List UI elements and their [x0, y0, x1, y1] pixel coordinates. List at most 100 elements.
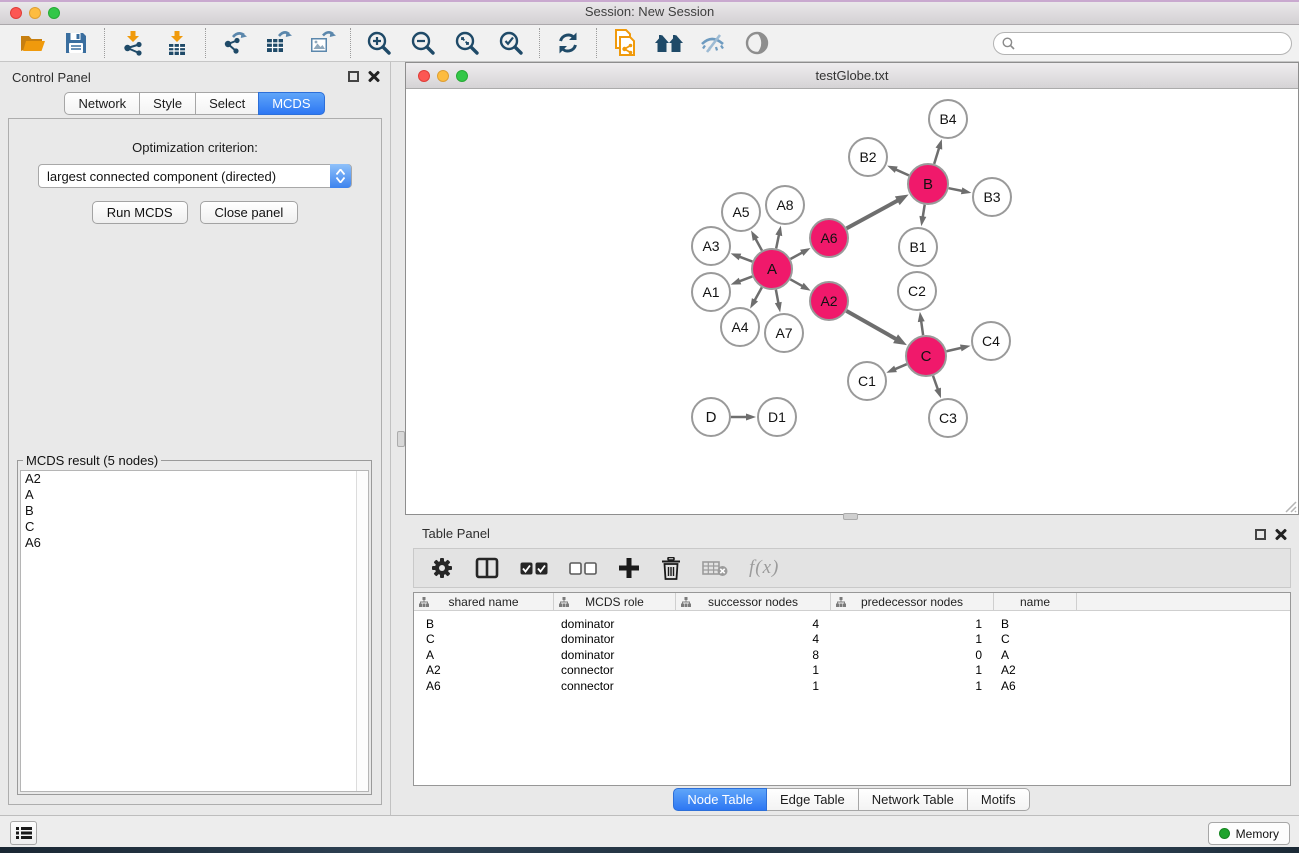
- export-network-button[interactable]: [218, 28, 250, 58]
- import-network-button[interactable]: [117, 28, 149, 58]
- result-list-item[interactable]: B: [21, 503, 368, 519]
- graph-node-label: C: [921, 348, 932, 365]
- result-list-scrollbar[interactable]: [356, 471, 368, 791]
- task-history-button[interactable]: [10, 821, 37, 845]
- horizontal-splitter-handle[interactable]: [843, 513, 858, 520]
- table-float-panel-icon[interactable]: [1255, 529, 1266, 540]
- select-all-button[interactable]: [520, 553, 548, 583]
- table-cell[interactable]: 8: [676, 648, 831, 662]
- table-cell[interactable]: 1: [676, 679, 831, 693]
- export-image-button[interactable]: [306, 28, 338, 58]
- table-tab-node-table[interactable]: Node Table: [673, 788, 767, 811]
- column-header-predecessor-nodes[interactable]: predecessor nodes: [831, 593, 994, 610]
- table-row[interactable]: A2connector11A2: [414, 663, 1290, 679]
- criterion-select[interactable]: largest connected component (directed): [38, 164, 352, 188]
- table-cell[interactable]: A: [994, 648, 1077, 662]
- table-row[interactable]: A6connector11A6: [414, 678, 1290, 694]
- column-header-shared-name[interactable]: shared name: [414, 593, 554, 610]
- table-cell[interactable]: B: [994, 617, 1077, 631]
- search-input[interactable]: [1020, 33, 1291, 54]
- table-row[interactable]: Adominator80A: [414, 647, 1290, 663]
- table-cell[interactable]: dominator: [554, 617, 676, 631]
- float-panel-icon[interactable]: [348, 71, 359, 82]
- table-cell[interactable]: C: [994, 632, 1077, 646]
- table-tab-motifs[interactable]: Motifs: [967, 788, 1030, 811]
- graph-edge-arrowhead: [895, 195, 909, 206]
- tab-mcds[interactable]: MCDS: [258, 92, 324, 115]
- tab-select[interactable]: Select: [195, 92, 259, 115]
- table-cell[interactable]: 1: [831, 679, 994, 693]
- import-table-button[interactable]: [161, 28, 193, 58]
- run-mcds-button[interactable]: Run MCDS: [92, 201, 188, 224]
- deselect-all-button[interactable]: [569, 553, 597, 583]
- add-column-button[interactable]: [618, 553, 640, 583]
- table-row[interactable]: Cdominator41C: [414, 632, 1290, 648]
- memory-button[interactable]: Memory: [1208, 822, 1290, 845]
- zoom-fit-button[interactable]: [451, 28, 483, 58]
- zoom-in-button[interactable]: [363, 28, 395, 58]
- table-cell[interactable]: 4: [676, 617, 831, 631]
- close-panel-icon[interactable]: [368, 70, 380, 82]
- table-close-panel-icon[interactable]: [1275, 528, 1287, 540]
- table-cell[interactable]: A6: [414, 679, 554, 693]
- tab-network[interactable]: Network: [64, 92, 140, 115]
- split-columns-button[interactable]: [475, 553, 499, 583]
- copy-network-view-button[interactable]: [609, 28, 641, 58]
- table-cell[interactable]: connector: [554, 679, 676, 693]
- vertical-splitter-handle[interactable]: [397, 431, 405, 447]
- result-list-item[interactable]: A2: [21, 471, 368, 487]
- refresh-button[interactable]: [552, 28, 584, 58]
- graph-edge-arrowhead: [893, 334, 907, 345]
- app-title: Session: New Session: [0, 4, 1299, 19]
- graph-node-label: A3: [702, 238, 719, 254]
- hide-network-button[interactable]: [697, 28, 729, 58]
- table-cell[interactable]: 4: [676, 632, 831, 646]
- control-panel-body: Optimization criterion: largest connecte…: [8, 118, 382, 805]
- resize-grip-icon[interactable]: [1283, 499, 1297, 513]
- table-cell[interactable]: A2: [994, 663, 1077, 677]
- control-panel-title: Control Panel: [12, 70, 91, 85]
- table-cell[interactable]: dominator: [554, 632, 676, 646]
- zoom-out-button[interactable]: [407, 28, 439, 58]
- column-header-name[interactable]: name: [994, 593, 1077, 610]
- save-session-button[interactable]: [60, 28, 92, 58]
- home-button[interactable]: [653, 28, 685, 58]
- show-network-button[interactable]: [741, 28, 773, 58]
- export-table-button[interactable]: [262, 28, 294, 58]
- graph-node-label: A: [767, 261, 777, 278]
- function-builder-button[interactable]: f(x): [749, 553, 779, 583]
- close-panel-button[interactable]: Close panel: [200, 201, 299, 224]
- export-table-icon: [265, 30, 292, 56]
- table-cell[interactable]: connector: [554, 663, 676, 677]
- table-cell[interactable]: 0: [831, 648, 994, 662]
- zoom-selected-button[interactable]: [495, 28, 527, 58]
- search-field[interactable]: [993, 32, 1292, 55]
- select-stepper[interactable]: [330, 164, 351, 188]
- tab-style[interactable]: Style: [139, 92, 196, 115]
- open-session-button[interactable]: [16, 28, 48, 58]
- table-cell[interactable]: C: [414, 632, 554, 646]
- network-graph-canvas[interactable]: B4B2BB3A8A5A6B1A3AC2A1A2A4A7C4CC1C3DD1: [406, 89, 1298, 514]
- table-cell[interactable]: dominator: [554, 648, 676, 662]
- table-cell[interactable]: A2: [414, 663, 554, 677]
- table-cell[interactable]: A6: [994, 679, 1077, 693]
- control-panel: Control Panel NetworkStyleSelectMCDS Opt…: [0, 62, 391, 815]
- delete-column-button[interactable]: [661, 553, 681, 583]
- table-row[interactable]: Bdominator41B: [414, 616, 1290, 632]
- column-header-mcds-role[interactable]: MCDS role: [554, 593, 676, 610]
- table-cell[interactable]: 1: [676, 663, 831, 677]
- table-cell[interactable]: B: [414, 617, 554, 631]
- result-list-item[interactable]: A6: [21, 535, 368, 551]
- result-list-item[interactable]: C: [21, 519, 368, 535]
- column-header-successor-nodes[interactable]: successor nodes: [676, 593, 831, 610]
- table-cell[interactable]: 1: [831, 632, 994, 646]
- table-tab-network-table[interactable]: Network Table: [858, 788, 968, 811]
- table-cell[interactable]: A: [414, 648, 554, 662]
- table-cell[interactable]: 1: [831, 663, 994, 677]
- table-settings-button[interactable]: [430, 553, 454, 583]
- table-cell[interactable]: 1: [831, 617, 994, 631]
- delete-table-button[interactable]: [702, 553, 728, 583]
- result-list-item[interactable]: A: [21, 487, 368, 503]
- toolbar-group-export: [205, 28, 350, 58]
- table-tab-edge-table[interactable]: Edge Table: [766, 788, 859, 811]
